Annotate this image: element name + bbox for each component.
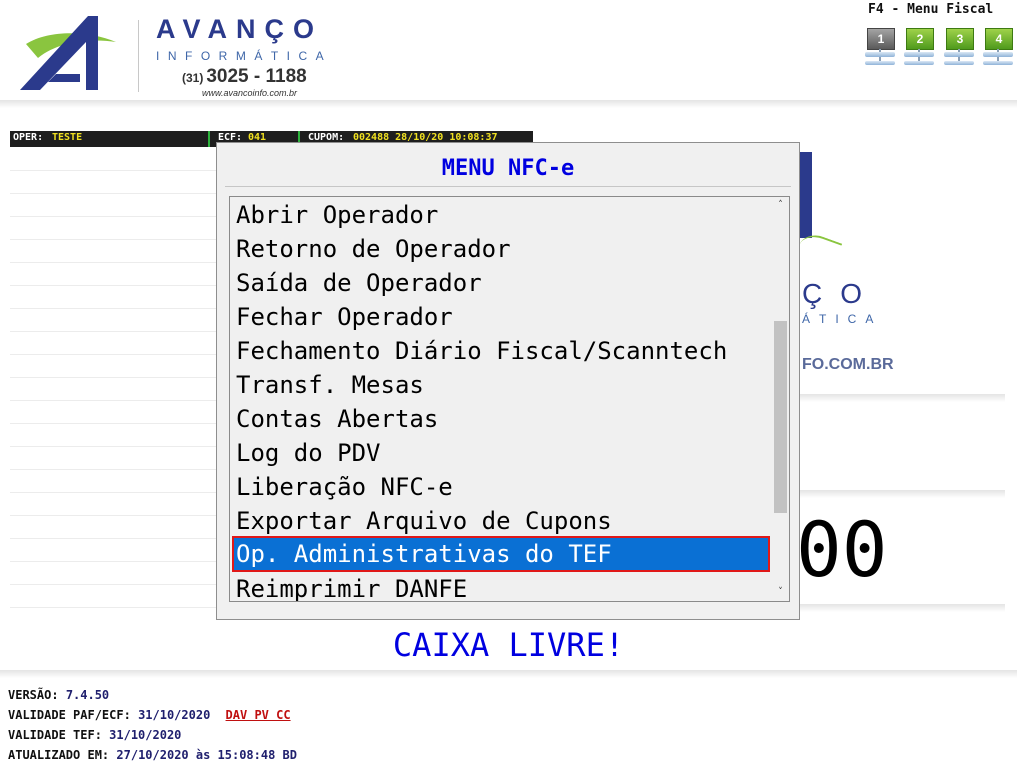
dav-link[interactable]: DAV PV CC <box>226 708 291 722</box>
menu-item-log-pdv[interactable]: Log do PDV <box>236 437 770 469</box>
atualizado-value: 27/10/2020 às 15:08:48 BD <box>116 748 298 762</box>
versao-label: VERSÃO: <box>8 688 59 702</box>
logo-subtitle: INFORMÁTICA <box>156 49 333 63</box>
logo-divider <box>138 20 139 92</box>
fiscal-menu-label: F4 - Menu Fiscal <box>868 2 994 17</box>
version-footer: VERSÃO: 7.4.50 VALIDADE PAF/ECF: 31/10/2… <box>8 685 297 765</box>
oper-label: OPER: <box>13 132 44 143</box>
footer-paf: VALIDADE PAF/ECF: 31/10/2020 DAV PV CC <box>8 705 297 725</box>
phone-ddd: (31) <box>182 71 204 85</box>
menu-item-transf-mesas[interactable]: Transf. Mesas <box>236 369 770 401</box>
logo-brand: AVANÇO <box>156 14 323 44</box>
header-separator <box>0 100 1017 108</box>
menu-item-abrir-operador[interactable]: Abrir Operador <box>236 199 770 231</box>
scroll-up-icon[interactable]: ˄ <box>772 197 789 214</box>
scroll-thumb[interactable] <box>774 321 787 513</box>
tef-value: 31/10/2020 <box>109 728 182 742</box>
menu-item-contas-abertas[interactable]: Contas Abertas <box>236 403 770 435</box>
register-status: CAIXA LIVRE! <box>392 626 625 664</box>
monitor-icon: 1 <box>867 28 895 50</box>
oper-value: TESTE <box>52 132 83 143</box>
sale-total-display: 00 <box>796 505 888 594</box>
tef-label: VALIDADE TEF: <box>8 728 102 742</box>
dialog-divider <box>225 186 791 187</box>
footer-atualizado: ATUALIZADO EM: 27/10/2020 às 15:08:48 BD <box>8 745 297 765</box>
versao-value: 7.4.50 <box>65 688 110 702</box>
footer-tef: VALIDADE TEF: 31/10/2020 <box>8 725 297 745</box>
right-separator-2 <box>800 490 1005 498</box>
footer-versao: VERSÃO: 7.4.50 <box>8 685 297 705</box>
phone-number: 3025 - 1188 <box>206 66 307 87</box>
listbox-scrollbar[interactable]: ˄ ˅ <box>772 197 789 601</box>
logo-phone: (31) 3025 - 1188 <box>182 66 307 88</box>
menu-item-op-administrativas-tef[interactable]: Op. Administrativas do TEF <box>232 536 770 572</box>
footer-separator <box>0 670 1017 678</box>
company-logo: AVANÇO INFORMÁTICA (31) 3025 - 1188 www.a… <box>18 8 348 98</box>
right-separator-1 <box>800 394 1005 402</box>
monitor-icon: 2 <box>906 28 934 50</box>
menu-nfce-dialog: MENU NFC-e Abrir Operador Retorno de Ope… <box>216 142 800 620</box>
paf-value: 31/10/2020 <box>138 708 211 722</box>
menu-item-exportar-cupons[interactable]: Exportar Arquivo de Cupons <box>236 505 770 537</box>
dialog-title: MENU NFC-e <box>441 156 575 181</box>
bg-logo-bar <box>800 152 812 238</box>
menu-item-fechamento-diario[interactable]: Fechamento Diário Fiscal/Scanntech <box>236 335 770 367</box>
fiscal-button-1[interactable]: 1 <box>865 26 895 70</box>
fiscal-button-3[interactable]: 3 <box>944 26 974 70</box>
scroll-down-icon[interactable]: ˅ <box>772 584 789 601</box>
menu-listbox[interactable]: Abrir Operador Retorno de Operador Saída… <box>229 196 790 602</box>
monitor-icon: 4 <box>985 28 1013 50</box>
menu-item-reimprimir-danfe[interactable]: Reimprimir DANFE <box>236 573 770 601</box>
fiscal-button-4[interactable]: 4 <box>983 26 1013 70</box>
menu-item-fechar-operador[interactable]: Fechar Operador <box>236 301 770 333</box>
monitor-icon: 3 <box>946 28 974 50</box>
logo-mark-icon <box>20 16 116 90</box>
bg-logo-subtitle: ÁTICA <box>802 312 883 326</box>
fiscal-button-2[interactable]: 2 <box>904 26 934 70</box>
atualizado-label: ATUALIZADO EM: <box>8 748 110 762</box>
paf-label: VALIDADE PAF/ECF: <box>8 708 131 722</box>
logo-site: www.avancoinfo.com.br <box>202 88 298 98</box>
bg-logo-brand: ÇO <box>802 278 880 309</box>
menu-item-saida-operador[interactable]: Saída de Operador <box>236 267 770 299</box>
bg-logo-site: FO.COM.BR <box>802 356 894 373</box>
menu-item-retorno-operador[interactable]: Retorno de Operador <box>236 233 770 265</box>
menu-item-liberacao-nfce[interactable]: Liberação NFC-e <box>236 471 770 503</box>
right-separator-3 <box>800 604 1005 612</box>
